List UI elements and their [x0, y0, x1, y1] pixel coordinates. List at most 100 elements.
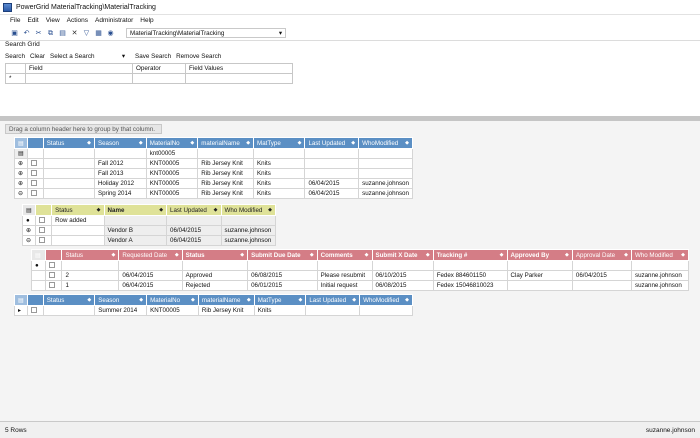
column-chooser-icon[interactable]: ▤: [22, 204, 36, 216]
field-values-column-header[interactable]: Field Values: [185, 63, 293, 74]
undo-icon[interactable]: ↶: [22, 29, 31, 38]
col-material-no[interactable]: MaterialNo ◆: [146, 294, 199, 306]
select-search-dropdown[interactable]: Select a Search ▾: [50, 53, 130, 60]
menu-administrator[interactable]: Administrator: [95, 17, 133, 24]
search-button[interactable]: Search: [5, 53, 25, 60]
col-last-updated[interactable]: Last Updated ◆: [305, 294, 361, 306]
menu-edit[interactable]: Edit: [27, 17, 38, 24]
path-combo-value: MaterialTracking\MaterialTracking: [130, 29, 225, 37]
row-checkbox[interactable]: [30, 160, 37, 167]
filter-who-modified[interactable]: [358, 148, 413, 159]
col-mat-type[interactable]: MatType ◆: [253, 137, 306, 149]
col-submit-x-date[interactable]: Submit X Date ◆: [371, 249, 434, 261]
table-row[interactable]: ⊖ Vendor A 06/04/2015 suzanne.johnson: [22, 235, 276, 246]
table-row[interactable]: ● Row added: [22, 215, 276, 226]
col-approval-date[interactable]: Approval Date ◆: [571, 249, 632, 261]
collapse-icon[interactable]: ⊖: [22, 235, 36, 246]
clear-button[interactable]: Clear: [30, 53, 45, 60]
expand-icon[interactable]: ▸: [14, 305, 28, 316]
col-name[interactable]: Name ◆: [103, 204, 168, 216]
col-mat-type[interactable]: MatType ◆: [253, 294, 307, 306]
table-row[interactable]: ●: [31, 260, 690, 271]
expand-icon[interactable]: ⊕: [14, 178, 28, 189]
expand-icon[interactable]: ⊕: [14, 168, 28, 179]
field-values-cell[interactable]: [185, 73, 293, 84]
table-row[interactable]: ⊕ Vendor B 06/04/2015 suzanne.johnson: [22, 225, 276, 236]
table-row[interactable]: 2 06/04/2015 Approved 06/08/2015 Please …: [31, 270, 690, 281]
table-row[interactable]: ▸ Summer 2014 KNT00005 Rib Jersey Knit K…: [14, 305, 413, 316]
col-season[interactable]: Season ◆: [93, 137, 147, 149]
table-row[interactable]: ⊖ Spring 2014 KNT00005 Rib Jersey Knit K…: [14, 188, 413, 199]
col-last-updated[interactable]: Last Updated ◆: [166, 204, 222, 216]
row-checkbox[interactable]: [48, 272, 55, 279]
filter-status[interactable]: [42, 148, 95, 159]
find-icon[interactable]: ◉: [106, 29, 115, 38]
col-status-2[interactable]: Status ◆: [181, 249, 249, 261]
column-chooser-icon[interactable]: ▤: [14, 294, 28, 306]
col-material-no[interactable]: MaterialNo ◆: [145, 137, 199, 149]
row-checkbox[interactable]: [30, 180, 37, 187]
operator-cell[interactable]: [132, 73, 186, 84]
cut-icon[interactable]: ✂: [34, 29, 43, 38]
table-row[interactable]: ⊕ Fall 2012 KNT00005 Rib Jersey Knit Kni…: [14, 158, 413, 169]
col-requested-date[interactable]: Requested Date ◆: [118, 249, 183, 261]
row-checkbox[interactable]: [38, 227, 45, 234]
col-who-modified[interactable]: WhoModified ◆: [358, 137, 413, 149]
col-comments[interactable]: Comments ◆: [316, 249, 373, 261]
col-approved-by[interactable]: Approved By ◆: [506, 249, 573, 261]
filter-row-icon[interactable]: ▤: [14, 148, 28, 159]
collapse-icon[interactable]: ⊖: [14, 188, 28, 199]
col-status[interactable]: Status ◆: [61, 249, 120, 261]
table-row[interactable]: ⊕ Holiday 2012 KNT00005 Rib Jersey Knit …: [14, 178, 413, 189]
col-status[interactable]: Status ◆: [42, 294, 96, 306]
save-icon[interactable]: ▣: [10, 29, 19, 38]
field-column-header[interactable]: Field: [25, 63, 133, 74]
save-search-button[interactable]: Save Search: [135, 53, 171, 60]
col-material-name[interactable]: materialName ◆: [197, 137, 255, 149]
row-checkbox[interactable]: [38, 217, 45, 224]
filter-season[interactable]: [93, 148, 147, 159]
path-combo[interactable]: MaterialTracking\MaterialTracking ▾: [126, 28, 286, 38]
delete-icon[interactable]: ✕: [70, 29, 79, 38]
menu-bar: File Edit View Actions Administrator Hel…: [0, 15, 700, 26]
row-checkbox[interactable]: [30, 170, 37, 177]
expand-icon[interactable]: ⊕: [14, 158, 28, 169]
filter-material-no[interactable]: knt00005: [145, 148, 199, 159]
row-checkbox[interactable]: [38, 237, 45, 244]
select-column-header: [26, 137, 44, 149]
row-checkbox[interactable]: [30, 190, 37, 197]
row-checkbox[interactable]: [48, 262, 55, 269]
export-icon[interactable]: ▦: [94, 29, 103, 38]
col-last-updated[interactable]: Last Updated ◆: [304, 137, 360, 149]
col-status[interactable]: Status ◆: [51, 204, 105, 216]
col-status[interactable]: Status ◆: [42, 137, 95, 149]
copy-icon[interactable]: ⧉: [46, 29, 55, 38]
col-who-modified[interactable]: Who Modified ◆: [220, 204, 276, 216]
table-row[interactable]: ⊕ Fall 2013 KNT00005 Rib Jersey Knit Kni…: [14, 168, 413, 179]
col-who-modified[interactable]: Who Modified ◆: [630, 249, 690, 261]
row-checkbox[interactable]: [30, 307, 37, 314]
col-material-name[interactable]: materialName ◆: [197, 294, 255, 306]
operator-column-header[interactable]: Operator: [132, 63, 186, 74]
title-bar: PowerGrid MaterialTracking\MaterialTrack…: [0, 0, 700, 15]
table-row[interactable]: 1 06/04/2015 Rejected 06/01/2015 Initial…: [31, 280, 690, 291]
remove-search-button[interactable]: Remove Search: [176, 53, 221, 60]
col-tracking[interactable]: Tracking # ◆: [432, 249, 508, 261]
col-season[interactable]: Season ◆: [94, 294, 148, 306]
filter-mat-type[interactable]: [253, 148, 306, 159]
field-cell[interactable]: [25, 73, 133, 84]
paste-icon[interactable]: ▤: [58, 29, 67, 38]
menu-view[interactable]: View: [46, 17, 60, 24]
filter-material-name[interactable]: [197, 148, 255, 159]
column-chooser-icon[interactable]: ▤: [14, 137, 28, 149]
column-chooser-icon[interactable]: ▤: [31, 249, 46, 261]
filter-last-updated[interactable]: [304, 148, 360, 159]
row-checkbox[interactable]: [48, 282, 55, 289]
expand-icon[interactable]: ⊕: [22, 225, 36, 236]
menu-file[interactable]: File: [10, 17, 20, 24]
col-who-modified[interactable]: WhoModified ◆: [359, 294, 413, 306]
menu-help[interactable]: Help: [140, 17, 153, 24]
menu-actions[interactable]: Actions: [67, 17, 88, 24]
filter-icon[interactable]: ▽: [82, 29, 91, 38]
col-submit-due-date[interactable]: Submit Due Date ◆: [247, 249, 318, 261]
